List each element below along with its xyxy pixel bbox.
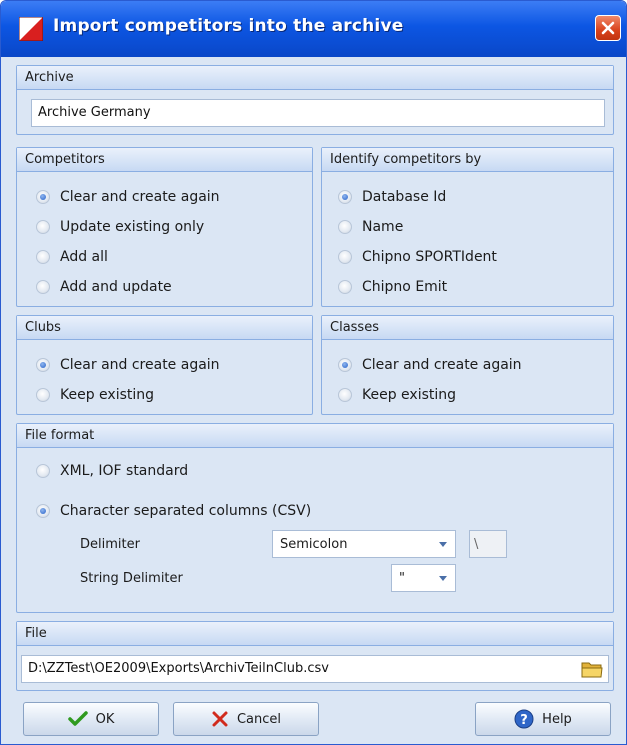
- close-icon: [601, 21, 615, 35]
- identify-header: Identify competitors by: [322, 148, 613, 172]
- radio-button[interactable]: [338, 250, 352, 264]
- radio-label: Add and update: [60, 279, 172, 295]
- clubs-option-keep-existing[interactable]: Keep existing: [36, 384, 154, 406]
- svg-text:?: ?: [520, 713, 528, 728]
- identify-option-name[interactable]: Name: [338, 216, 403, 238]
- identify-option-database-id[interactable]: Database Id: [338, 186, 446, 208]
- classes-header: Classes: [322, 316, 613, 340]
- classes-option-keep-existing[interactable]: Keep existing: [338, 384, 456, 406]
- string-delimiter-label: String Delimiter: [80, 571, 183, 586]
- competitors-option-add-update[interactable]: Add and update: [36, 276, 172, 298]
- clubs-group: Clubs Clear and create again Keep existi…: [16, 315, 313, 415]
- classes-group: Classes Clear and create again Keep exis…: [321, 315, 614, 415]
- radio-label: Clear and create again: [362, 357, 522, 373]
- file-header: File: [17, 622, 613, 646]
- title-bar[interactable]: Import competitors into the archive: [1, 1, 626, 57]
- ok-button[interactable]: OK: [23, 702, 159, 736]
- radio-label: XML, IOF standard: [60, 463, 189, 479]
- app-flag-icon: [18, 16, 44, 42]
- archive-name-input[interactable]: Archive Germany: [31, 99, 605, 127]
- identify-option-sportident[interactable]: Chipno SPORTIdent: [338, 246, 497, 268]
- radio-label: Chipno Emit: [362, 279, 448, 295]
- radio-button[interactable]: [36, 358, 50, 372]
- file-path-input[interactable]: D:\ZZTest\OE2009\Exports\ArchivTeilnClub…: [21, 655, 609, 683]
- archive-header: Archive: [17, 66, 613, 90]
- radio-button[interactable]: [36, 250, 50, 264]
- help-button[interactable]: ? Help: [475, 702, 611, 736]
- radio-label: Add all: [60, 249, 108, 265]
- close-button[interactable]: [595, 15, 621, 41]
- identify-group: Identify competitors by Database Id Name…: [321, 147, 614, 307]
- radio-label: Name: [362, 219, 404, 235]
- radio-button[interactable]: [36, 220, 50, 234]
- cancel-label: Cancel: [236, 711, 282, 727]
- delimiter-label: Delimiter: [80, 537, 140, 552]
- string-delimiter-dropdown[interactable]: ": [391, 564, 456, 592]
- help-icon: ?: [514, 709, 534, 729]
- radio-button[interactable]: [338, 190, 352, 204]
- radio-button[interactable]: [338, 220, 352, 234]
- x-icon: [211, 710, 229, 728]
- radio-button[interactable]: [338, 358, 352, 372]
- competitors-option-clear-create[interactable]: Clear and create again: [36, 186, 220, 208]
- chevron-down-icon: [439, 542, 447, 547]
- classes-option-clear-create[interactable]: Clear and create again: [338, 354, 522, 376]
- window-title: Import competitors into the archive: [53, 16, 404, 36]
- radio-label: Database Id: [362, 189, 447, 205]
- radio-button[interactable]: [338, 280, 352, 294]
- radio-label: Clear and create again: [60, 357, 220, 373]
- delimiter-dropdown[interactable]: Semicolon: [272, 530, 456, 558]
- string-delimiter-value: ": [399, 571, 405, 586]
- custom-delimiter-value: \: [474, 537, 479, 552]
- checkmark-icon: [67, 711, 88, 727]
- cancel-button[interactable]: Cancel: [173, 702, 319, 736]
- radio-button[interactable]: [36, 190, 50, 204]
- radio-button[interactable]: [338, 388, 352, 402]
- chevron-down-icon: [439, 576, 447, 581]
- identify-option-emit[interactable]: Chipno Emit: [338, 276, 447, 298]
- radio-label: Keep existing: [60, 387, 155, 403]
- radio-label: Keep existing: [362, 387, 457, 403]
- competitors-group: Competitors Clear and create again Updat…: [16, 147, 313, 307]
- format-option-csv[interactable]: Character separated columns (CSV): [36, 500, 311, 522]
- radio-label: Chipno SPORTIdent: [362, 249, 497, 265]
- custom-delimiter-input[interactable]: \: [469, 530, 507, 558]
- clubs-option-clear-create[interactable]: Clear and create again: [36, 354, 220, 376]
- import-dialog: Import competitors into the archive Arch…: [0, 0, 627, 745]
- archive-group: Archive Archive Germany: [16, 65, 614, 135]
- help-label: Help: [542, 711, 572, 727]
- radio-button[interactable]: [36, 464, 50, 478]
- format-option-xml[interactable]: XML, IOF standard: [36, 460, 188, 482]
- radio-label: Clear and create again: [60, 189, 220, 205]
- competitors-option-update-existing[interactable]: Update existing only: [36, 216, 204, 238]
- file-format-header: File format: [17, 424, 613, 448]
- radio-button[interactable]: [36, 504, 50, 518]
- competitors-option-add-all[interactable]: Add all: [36, 246, 108, 268]
- clubs-header: Clubs: [17, 316, 312, 340]
- folder-icon[interactable]: [581, 659, 603, 683]
- competitors-header: Competitors: [17, 148, 312, 172]
- radio-label: Update existing only: [60, 219, 205, 235]
- ok-label: OK: [95, 711, 115, 727]
- file-group: File D:\ZZTest\OE2009\Exports\ArchivTeil…: [16, 621, 614, 691]
- radio-label: Character separated columns (CSV): [60, 503, 312, 519]
- delimiter-value: Semicolon: [280, 537, 348, 552]
- radio-button[interactable]: [36, 280, 50, 294]
- radio-button[interactable]: [36, 388, 50, 402]
- file-format-group: File format XML, IOF standard Character …: [16, 423, 614, 613]
